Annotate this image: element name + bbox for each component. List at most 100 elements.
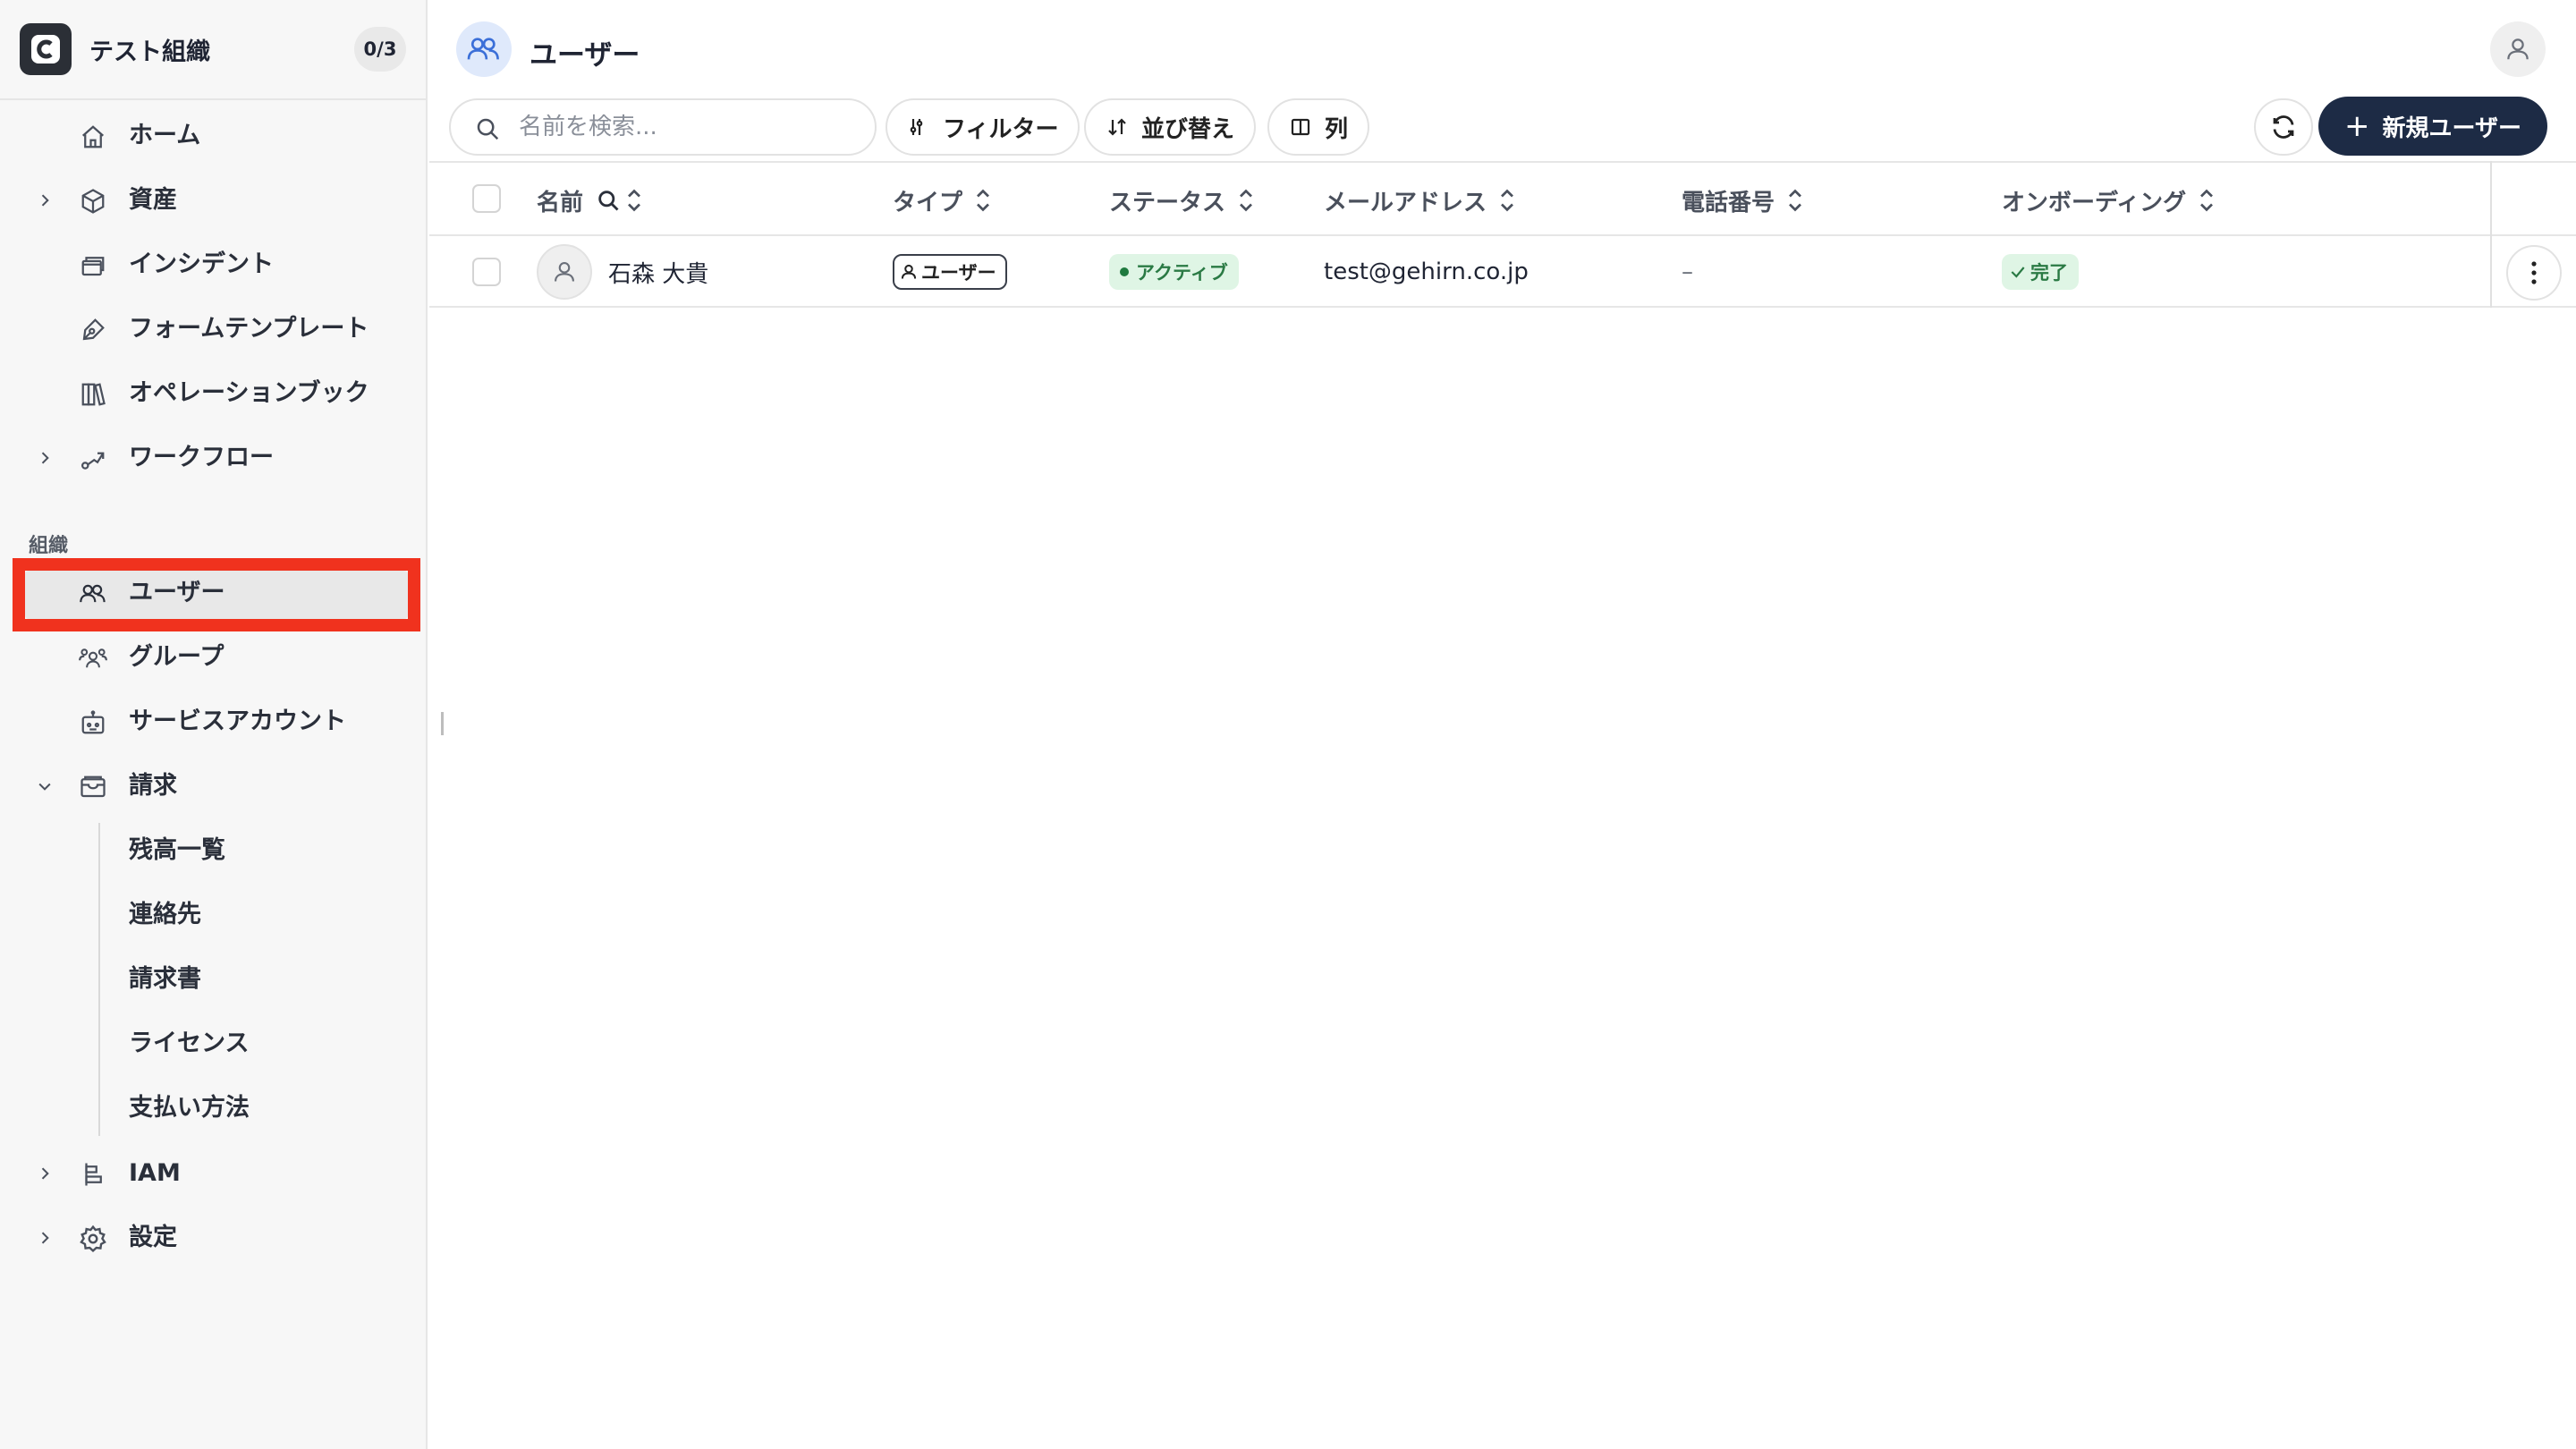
sidebar-subitem-invoices[interactable]: 請求書: [0, 953, 426, 1006]
sidebar-subitem-balances[interactable]: 残高一覧: [0, 824, 426, 877]
cell-type: ユーザー: [893, 236, 1007, 308]
onboarding-badge: 完了: [2002, 254, 2079, 290]
column-header-name[interactable]: 名前: [537, 163, 642, 238]
column-label: ステータス: [1109, 189, 1226, 216]
books-icon: [79, 380, 107, 409]
sidebar-subitem-payment-methods[interactable]: 支払い方法: [0, 1081, 426, 1135]
cell-name: 石森 大貴: [537, 236, 708, 308]
column-label: メールアドレス: [1324, 189, 1487, 216]
chevron-right-icon[interactable]: [34, 1227, 55, 1249]
chevron-down-icon[interactable]: [34, 775, 55, 797]
account-avatar[interactable]: [2490, 21, 2546, 77]
main-content: ユーザー フィルター 並び替え 列 + 新規ユーザー: [429, 0, 2576, 1449]
column-header-status[interactable]: ステータス: [1109, 163, 1254, 238]
person-icon: [901, 264, 917, 279]
sidebar-item-label: ホーム: [129, 122, 201, 149]
sidebar-item-label: ライセンス: [129, 1030, 250, 1057]
sidebar-item-label: IAM: [129, 1159, 181, 1187]
refresh-button[interactable]: [2254, 98, 2313, 156]
columns-button[interactable]: 列: [1267, 98, 1370, 156]
column-label: オンボーディング: [2002, 189, 2187, 216]
sidebar-item-billing[interactable]: 請求: [0, 759, 426, 813]
sort-updown-icon[interactable]: [975, 187, 991, 214]
sort-updown-icon[interactable]: [1238, 187, 1254, 214]
sidebar-item-incidents[interactable]: インシデント: [0, 238, 426, 292]
row-checkbox[interactable]: [472, 258, 501, 286]
group-icon: [79, 644, 107, 673]
users-icon: [79, 580, 107, 608]
new-user-label: 新規ユーザー: [2382, 114, 2521, 142]
sidebar-item-groups[interactable]: グループ: [0, 631, 426, 684]
sidebar-item-workflows[interactable]: ワークフロー: [0, 431, 426, 485]
sidebar-item-form-templates[interactable]: フォームテンプレート: [0, 302, 426, 356]
new-user-button[interactable]: + 新規ユーザー: [2318, 97, 2547, 156]
cell-email: test@gehirn.co.jp: [1324, 258, 1529, 285]
filter-button[interactable]: フィルター: [886, 98, 1080, 156]
sidebar-subitem-licenses[interactable]: ライセンス: [0, 1017, 426, 1071]
sidebar-item-label: 連絡先: [129, 901, 201, 928]
column-header-phone[interactable]: 電話番号: [1682, 163, 1803, 238]
toolbar: フィルター 並び替え 列 + 新規ユーザー: [429, 97, 2576, 161]
status-dot-icon: [1120, 267, 1129, 276]
filter-label: フィルター: [943, 115, 1059, 143]
column-header-type[interactable]: タイプ: [893, 163, 991, 238]
cell-status: アクティブ: [1109, 236, 1239, 308]
sidebar-item-label: ワークフロー: [129, 444, 274, 471]
sidebar-item-label: サービスアカウント: [129, 708, 346, 735]
sidebar-item-users[interactable]: ユーザー: [0, 566, 426, 620]
sort-updown-icon[interactable]: [2199, 187, 2215, 214]
select-all-checkbox[interactable]: [472, 184, 501, 213]
sidebar-resize-handle[interactable]: [441, 712, 444, 735]
sidebar-item-home[interactable]: ホーム: [0, 109, 426, 163]
sort-button[interactable]: 並び替え: [1084, 98, 1257, 156]
search-icon[interactable]: [596, 188, 621, 213]
section-label-org: 組織: [29, 535, 69, 557]
search-box[interactable]: [449, 98, 877, 156]
sidebar-subitem-contacts[interactable]: 連絡先: [0, 888, 426, 942]
sidebar-item-label: 設定: [129, 1224, 177, 1251]
route-icon: [79, 445, 107, 473]
sort-updown-icon[interactable]: [1499, 187, 1515, 214]
columns-icon: [1289, 115, 1312, 139]
cell-phone: –: [1682, 258, 1693, 285]
sidebar-item-label: 支払い方法: [129, 1094, 250, 1122]
chevron-right-icon[interactable]: [34, 190, 55, 211]
table-header: 名前 タイプ ステータス メールアドレス 電話番号 オンボーディング: [429, 161, 2576, 236]
more-vertical-icon: [2531, 261, 2537, 284]
sidebar-item-iam[interactable]: IAM: [0, 1147, 426, 1200]
search-icon: [477, 118, 499, 140]
status-label: アクティブ: [1136, 262, 1228, 284]
sort-updown-icon[interactable]: [1787, 187, 1803, 214]
user-name: 石森 大貴: [608, 260, 709, 288]
sidebar-item-assets[interactable]: 資産: [0, 174, 426, 227]
sidebar-item-label: 資産: [129, 186, 177, 214]
page-header: ユーザー: [429, 0, 2576, 100]
page-title: ユーザー: [530, 39, 640, 72]
chevron-right-icon[interactable]: [34, 447, 55, 469]
column-label: タイプ: [893, 189, 963, 216]
check-icon: [2011, 267, 2025, 278]
table-row[interactable]: 石森 大貴 ユーザー アクティブ test@gehirn.co.jp – 完了: [429, 236, 2576, 308]
cell-onboarding: 完了: [2002, 236, 2079, 308]
onboarding-label: 完了: [2030, 262, 2068, 284]
sticky-column-divider: [2490, 161, 2492, 308]
column-header-onboarding[interactable]: オンボーディング: [2002, 163, 2215, 238]
sidebar-item-label: 残高一覧: [129, 836, 225, 864]
sidebar-item-label: グループ: [129, 643, 225, 671]
org-header[interactable]: テスト組織 0/3: [0, 0, 426, 100]
search-input[interactable]: [519, 109, 859, 145]
type-label: ユーザー: [921, 262, 996, 284]
row-actions-button[interactable]: [2506, 245, 2562, 301]
columns-label: 列: [1325, 115, 1349, 143]
sidebar: テスト組織 0/3 ホーム 資産 インシデント フォームテンプレート オペレーシ…: [0, 0, 428, 1449]
refresh-icon: [2273, 115, 2294, 139]
sidebar-item-label: フォームテンプレート: [129, 315, 369, 343]
type-badge: ユーザー: [893, 254, 1007, 290]
sidebar-item-operation-books[interactable]: オペレーションブック: [0, 367, 426, 420]
sidebar-item-settings[interactable]: 設定: [0, 1211, 426, 1265]
chevron-right-icon[interactable]: [34, 1163, 55, 1184]
sort-updown-icon[interactable]: [626, 187, 642, 214]
column-header-email[interactable]: メールアドレス: [1324, 163, 1515, 238]
sidebar-item-service-accounts[interactable]: サービスアカウント: [0, 695, 426, 749]
org-name: テスト組織: [89, 38, 210, 66]
